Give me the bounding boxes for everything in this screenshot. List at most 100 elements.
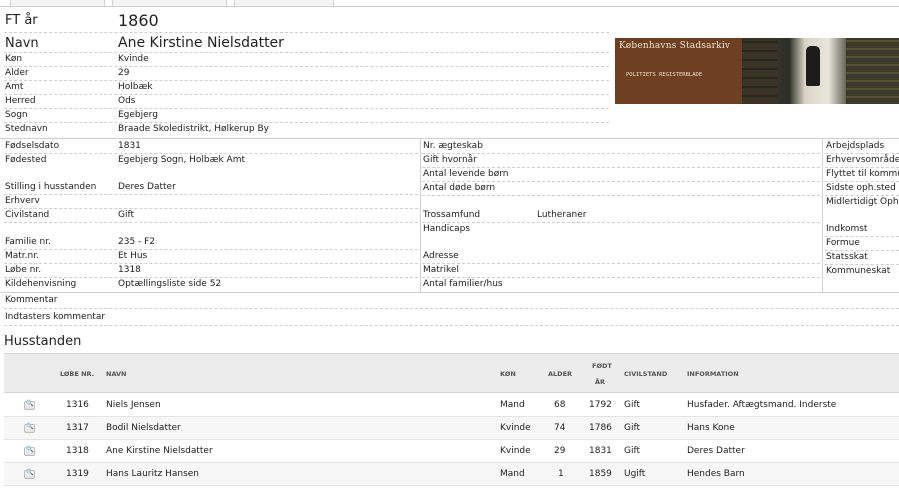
kommuneskat-label: Kommuneskat	[826, 266, 891, 276]
fodselsdato-value: 1831	[118, 141, 141, 151]
cell-fodt: 1831	[589, 446, 612, 456]
cell-civil: Gift	[624, 446, 641, 456]
antal-familier-label: Antal familier/hus	[423, 279, 503, 289]
handicaps-label: Handicaps	[423, 224, 471, 234]
stilling-value: Deres Datter	[118, 182, 176, 192]
familie-label: Familie nr.	[5, 237, 51, 247]
cell-alder: 29	[554, 446, 566, 456]
cell-civil: Gift	[624, 400, 641, 410]
civilstand-value: Gift	[118, 210, 135, 220]
kon-label: Køn	[5, 54, 23, 64]
fodested-label: Fødested	[5, 155, 47, 165]
levende-born-label: Antal levende børn	[423, 169, 509, 179]
midlertidigt-label: Midlertidigt Ophold	[826, 197, 899, 207]
col-information[interactable]: INFORMATION	[687, 370, 739, 379]
kon-value: Kvinde	[118, 54, 149, 64]
ft-year-label: FT år	[5, 13, 38, 28]
matr-label: Matr.nr.	[5, 251, 39, 261]
alder-label: Alder	[5, 68, 29, 78]
cell-lobe: 1318	[66, 446, 89, 456]
fodselsdato-label: Fødselsdato	[5, 141, 60, 151]
cell-info: Hendes Barn	[687, 469, 745, 479]
tab-strip	[0, 0, 899, 7]
table-header: LØBE NR. NAVN KØN ALDER FØDT ÅR CIVILSTA…	[4, 353, 899, 393]
indtasters-kommentar-label: Indtasters kommentar	[5, 312, 106, 322]
familie-value: 235 - F2	[118, 237, 156, 247]
sogn-value: Egebjerg	[118, 110, 158, 120]
amt-value: Holbæk	[118, 82, 153, 92]
archive-photo	[742, 38, 899, 104]
flyttet-label: Flyttet til kommune	[826, 169, 899, 179]
herred-label: Herred	[5, 96, 36, 106]
cell-info: Husfader. Aftægtsmand. Inderste	[687, 400, 837, 410]
stednavn-label: Stednavn	[5, 124, 48, 134]
cell-kon: Kvinde	[500, 446, 531, 456]
cell-navn: Niels Jensen	[106, 400, 161, 410]
formue-label: Formue	[826, 238, 860, 248]
cell-navn: Ane Kirstine Nielsdatter	[106, 446, 213, 456]
archive-subtitle: POLITIETS REGISTERBLADE	[626, 72, 703, 78]
cell-info: Hans Kone	[687, 423, 735, 433]
table-row[interactable]: 1316 Niels Jensen Mand 68 1792 Gift Husf…	[4, 394, 899, 417]
amt-label: Amt	[5, 82, 24, 92]
trossamfund-value: Lutheraner	[537, 210, 587, 220]
erhverv-label: Erhverv	[5, 196, 40, 206]
alder-value: 29	[118, 68, 130, 78]
archive-title: Københavns Stadsarkiv	[619, 41, 731, 51]
cell-kon: Mand	[500, 469, 525, 479]
navn-label: Navn	[5, 36, 39, 51]
cell-alder: 1	[558, 469, 564, 479]
table-row[interactable]: 1319 Hans Lauritz Hansen Mand 1 1859 Ugi…	[4, 463, 899, 486]
cell-navn: Hans Lauritz Hansen	[106, 469, 200, 479]
col-lobe-nr[interactable]: LØBE NR.	[60, 370, 94, 379]
stilling-label: Stilling i husstanden	[5, 182, 97, 192]
lobe-label: Løbe nr.	[5, 265, 42, 275]
col-kon[interactable]: KØN	[500, 370, 516, 379]
cell-kon: Mand	[500, 400, 525, 410]
cell-fodt: 1792	[589, 400, 612, 410]
adresse-label: Adresse	[423, 251, 459, 261]
magnifier-icon[interactable]	[24, 400, 35, 410]
dode-born-label: Antal døde børn	[423, 183, 496, 193]
household-title: Husstanden	[4, 334, 82, 349]
cell-alder: 74	[554, 423, 566, 433]
table-row[interactable]: 1318 Ane Kirstine Nielsdatter Kvinde 29 …	[4, 440, 899, 463]
col-fodt[interactable]: FØDT	[592, 362, 612, 371]
col-alder[interactable]: ALDER	[548, 370, 572, 379]
table-row[interactable]: 1317 Bodil Nielsdatter Kvinde 74 1786 Gi…	[4, 417, 899, 440]
kilde-label: Kildehenvisning	[5, 279, 77, 289]
col-navn[interactable]: NAVN	[106, 370, 127, 379]
cell-lobe: 1316	[66, 400, 89, 410]
lobe-value: 1318	[118, 265, 141, 275]
col-fodt-aar[interactable]: ÅR	[595, 378, 605, 387]
kommentar-label: Kommentar	[5, 295, 58, 305]
archive-banner-image: Københavns Stadsarkiv POLITIETS REGISTER…	[615, 38, 899, 104]
indkomst-label: Indkomst	[826, 224, 868, 234]
civilstand-label: Civilstand	[5, 210, 50, 220]
statsskat-label: Statsskat	[826, 252, 868, 262]
cell-kon: Kvinde	[500, 423, 531, 433]
magnifier-icon[interactable]	[24, 446, 35, 456]
fodested-value: Egebjerg Sogn, Holbæk Amt	[118, 155, 246, 165]
cell-alder: 68	[554, 400, 566, 410]
sogn-label: Sogn	[5, 110, 28, 120]
matr-value: Et Hus	[118, 251, 148, 261]
cell-navn: Bodil Nielsdatter	[106, 423, 181, 433]
cell-info: Deres Datter	[687, 446, 745, 456]
cell-fodt: 1786	[589, 423, 612, 433]
gift-hvornaar-label: Gift hvornår	[423, 155, 477, 165]
col-civilstand[interactable]: CIVILSTAND	[624, 370, 667, 379]
cell-fodt: 1859	[589, 469, 612, 479]
cell-civil: Ugift	[624, 469, 646, 479]
navn-value: Ane Kirstine Nielsdatter	[118, 35, 284, 51]
kilde-value: Optællingsliste side 52	[118, 279, 222, 289]
magnifier-icon[interactable]	[24, 469, 35, 479]
cell-lobe: 1319	[66, 469, 89, 479]
erhvervsomraade-label: Erhvervsområde	[826, 155, 899, 165]
trossamfund-label: Trossamfund	[423, 210, 481, 220]
herred-value: Ods	[118, 96, 136, 106]
cell-civil: Gift	[624, 423, 641, 433]
arbejdsplads-label: Arbejdsplads	[826, 141, 885, 151]
magnifier-icon[interactable]	[24, 423, 35, 433]
aegteskab-label: Nr. ægteskab	[423, 141, 483, 151]
